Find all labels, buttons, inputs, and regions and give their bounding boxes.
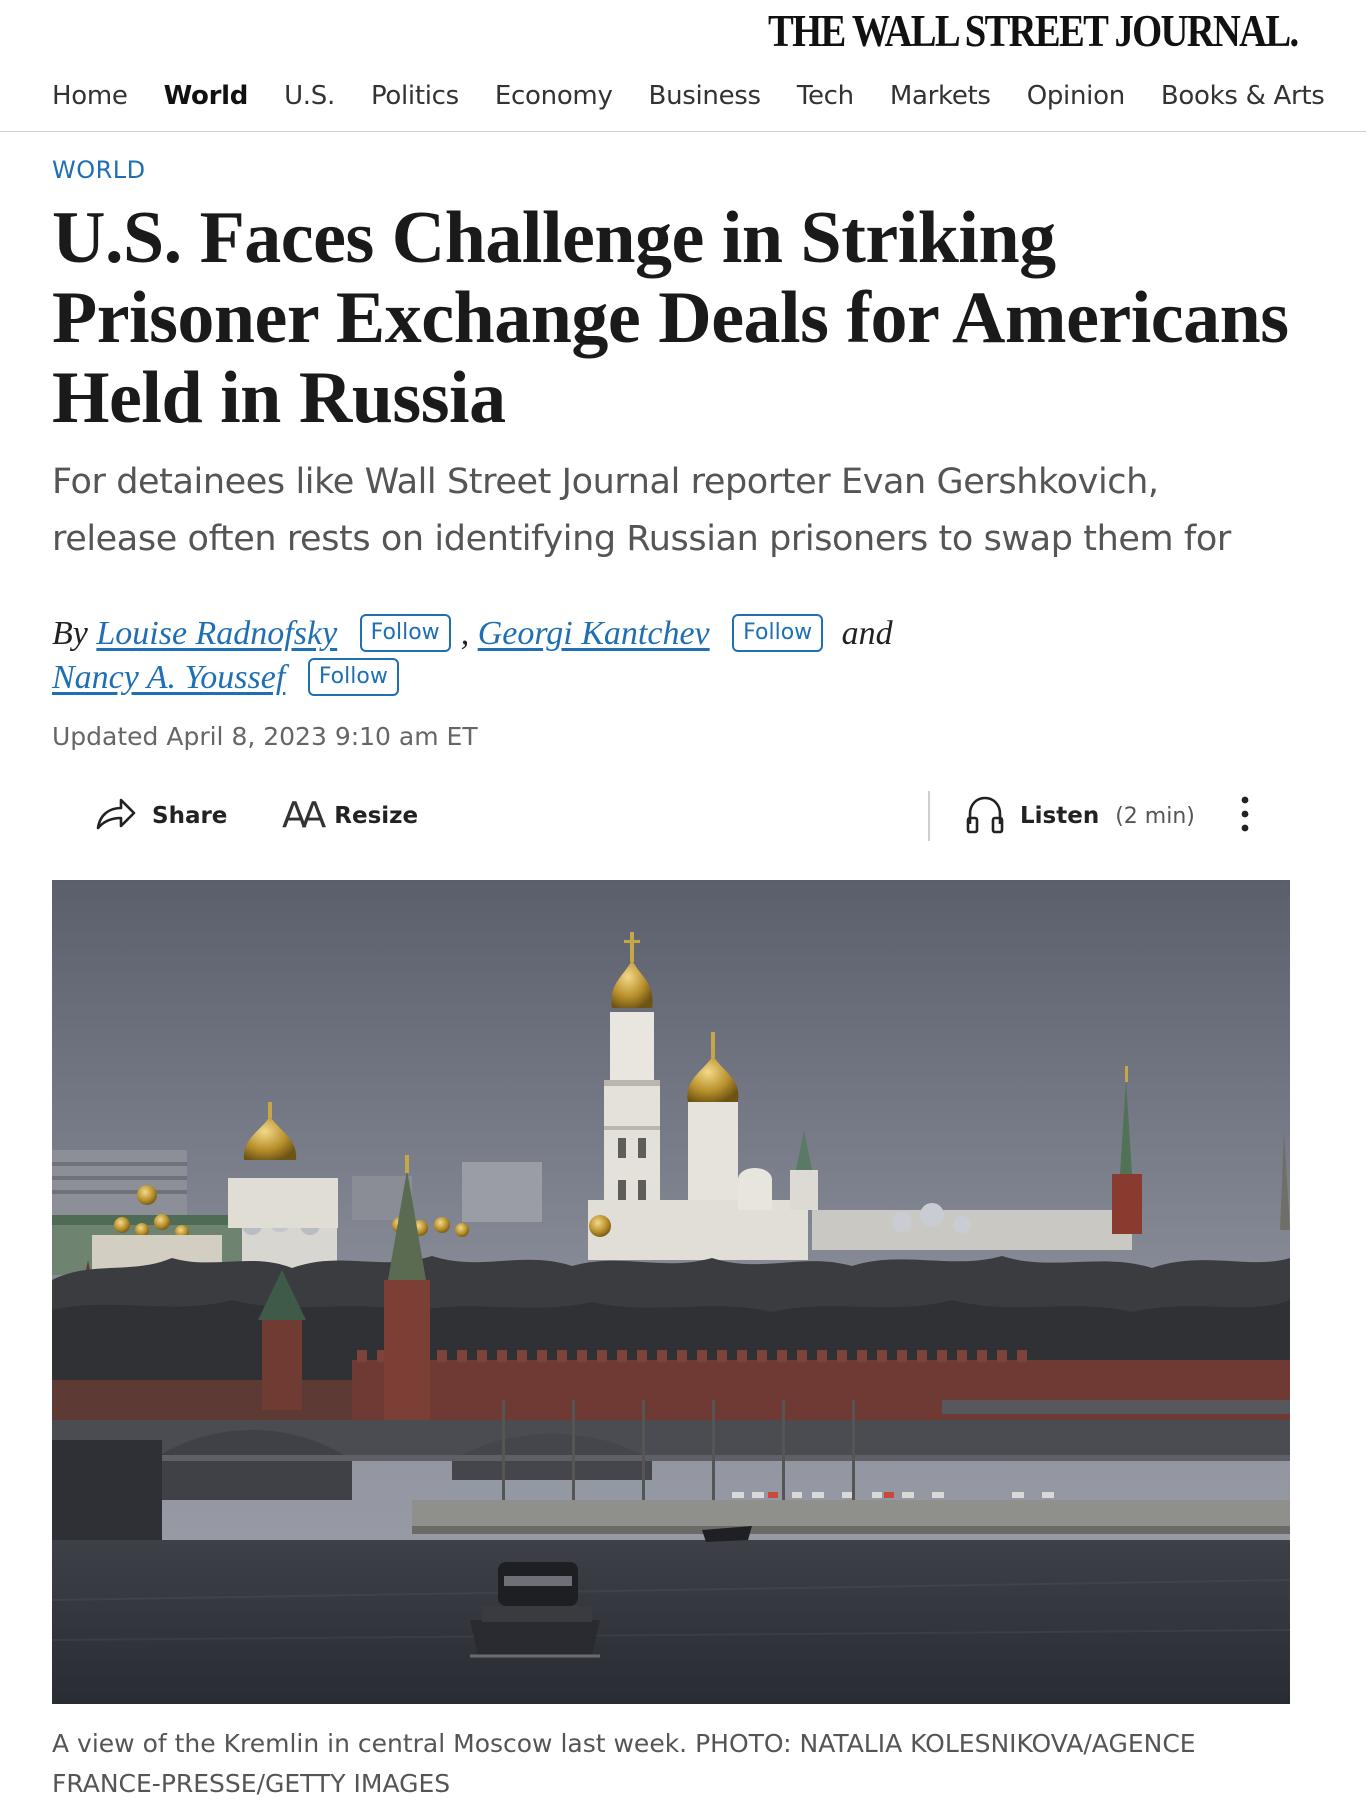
follow-button[interactable]: Follow bbox=[732, 614, 824, 653]
more-options-button[interactable] bbox=[1230, 786, 1260, 846]
listen-label: Listen bbox=[1020, 803, 1100, 829]
hero-image bbox=[52, 880, 1290, 1704]
headline: U.S. Faces Challenge in Striking Prisone… bbox=[52, 197, 1289, 439]
wsj-logo[interactable]: THE WALL STREET JOURNAL. bbox=[768, 6, 1299, 56]
byline-by: By bbox=[52, 615, 88, 652]
nav-item-business[interactable]: Business bbox=[649, 81, 762, 111]
nav-item-world[interactable]: World bbox=[164, 81, 249, 111]
share-button[interactable]: Share bbox=[94, 786, 227, 846]
share-icon bbox=[94, 794, 138, 839]
toolbar-divider bbox=[928, 791, 930, 841]
author-link[interactable]: Nancy A. Youssef bbox=[52, 659, 285, 696]
nav-item-home[interactable]: Home bbox=[52, 81, 128, 111]
image-caption: A view of the Kremlin in central Moscow … bbox=[52, 1729, 1196, 1798]
follow-button[interactable]: Follow bbox=[307, 658, 399, 697]
resize-icon: AA bbox=[282, 795, 326, 836]
article-toolbar: Share AA Resize Listen (2 min) bbox=[52, 786, 1292, 846]
article-dek: For detainees like Wall Street Journal r… bbox=[52, 462, 1231, 559]
nav-item-politics[interactable]: Politics bbox=[371, 81, 459, 111]
author-link[interactable]: Georgi Kantchev bbox=[478, 615, 710, 652]
byline: By Louise Radnofsky Follow, Georgi Kantc… bbox=[52, 612, 1052, 700]
follow-button[interactable]: Follow bbox=[359, 614, 451, 653]
byline-separator: , bbox=[460, 615, 470, 652]
masthead: THE WALL STREET JOURNAL. Home World U.S.… bbox=[0, 0, 1366, 132]
author-link[interactable]: Louise Radnofsky bbox=[96, 615, 337, 652]
section-nav: Home World U.S. Politics Economy Busines… bbox=[52, 74, 1361, 118]
nav-item-opinion[interactable]: Opinion bbox=[1027, 81, 1125, 111]
resize-label: Resize bbox=[334, 803, 419, 829]
nav-item-economy[interactable]: Economy bbox=[495, 81, 613, 111]
headphones-icon bbox=[964, 794, 1006, 839]
nav-item-us[interactable]: U.S. bbox=[284, 81, 335, 111]
timestamp: Updated April 8, 2023 9:10 am ET bbox=[52, 722, 478, 751]
listen-duration: (2 min) bbox=[1115, 803, 1195, 829]
section-label[interactable]: WORLD bbox=[52, 156, 146, 184]
share-label: Share bbox=[152, 803, 228, 829]
nav-item-books-arts[interactable]: Books & Arts bbox=[1161, 81, 1325, 111]
nav-item-tech[interactable]: Tech bbox=[797, 81, 854, 111]
nav-item-markets[interactable]: Markets bbox=[890, 81, 991, 111]
more-vertical-icon bbox=[1240, 794, 1250, 839]
resize-button[interactable]: AA Resize bbox=[282, 786, 418, 846]
kremlin-photo bbox=[52, 880, 1290, 1704]
listen-button[interactable]: Listen (2 min) bbox=[964, 786, 1195, 846]
byline-and: and bbox=[841, 615, 893, 652]
